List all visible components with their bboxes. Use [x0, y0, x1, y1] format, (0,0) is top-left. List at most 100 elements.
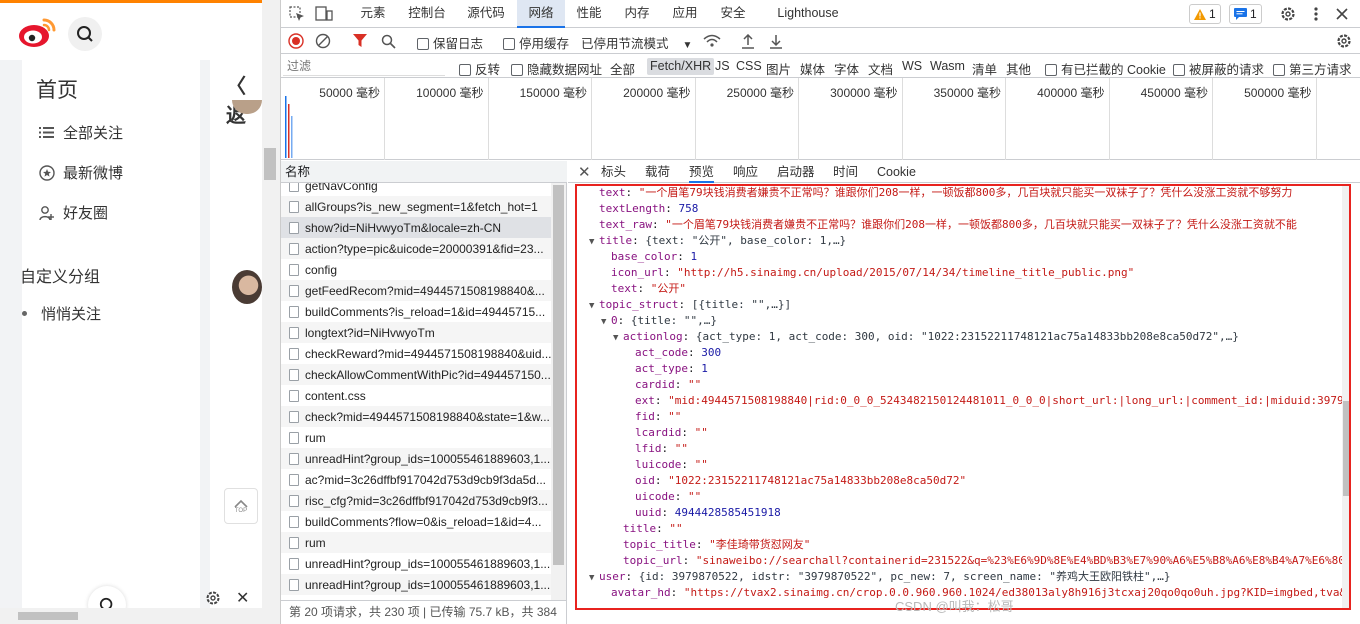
expand-triangle-icon[interactable]: ▼ — [601, 314, 611, 330]
request-row[interactable]: config — [281, 259, 551, 280]
request-row[interactable]: unreadHint?group_ids=100055461889603,1..… — [281, 574, 551, 595]
tab-application[interactable]: 应用 — [661, 0, 709, 28]
tab-cookies[interactable]: Cookie — [877, 161, 916, 183]
device-toolbar-icon[interactable] — [315, 6, 333, 22]
record-icon[interactable] — [287, 32, 305, 50]
request-row[interactable]: rum — [281, 532, 551, 553]
request-row[interactable]: unreadHint?group_ids=100055461889603,1..… — [281, 553, 551, 574]
messages-badge[interactable]: 1 — [1229, 4, 1262, 24]
scrollbar-thumb[interactable] — [553, 185, 564, 565]
export-har-icon[interactable] — [767, 32, 785, 50]
json-tree-node[interactable]: ▼ actionlog: {act_type: 1, act_code: 300,… — [613, 329, 1239, 345]
json-tree-node[interactable]: ▼ title: {text: "公开", base_color: 1,…} — [589, 233, 846, 249]
preserve-log-checkbox[interactable]: 保留日志 — [417, 33, 483, 52]
request-row[interactable]: checkReward?mid=4944571508198840&uid... — [281, 343, 551, 364]
filter-icon[interactable] — [351, 32, 369, 50]
request-row[interactable]: show?id=NiHvwyoTm&locale=zh-CN — [281, 217, 551, 238]
filter-type-img[interactable]: 图片 — [766, 59, 791, 78]
filter-type-font[interactable]: 字体 — [834, 59, 859, 78]
clear-icon[interactable] — [314, 32, 332, 50]
filter-type-fetch-xhr[interactable]: Fetch/XHR — [647, 58, 715, 75]
expand-triangle-icon[interactable]: ▼ — [589, 298, 599, 314]
close-icon[interactable]: ✕ — [236, 588, 249, 608]
timeline-overview[interactable]: 50000 毫秒 100000 毫秒 150000 毫秒 200000 毫秒 25000… — [281, 78, 1360, 160]
blocked-cookies-checkbox[interactable]: 有已拦截的 Cookie — [1045, 59, 1166, 78]
tab-sources[interactable]: 源代码 — [455, 0, 517, 28]
filter-type-all[interactable]: 全部 — [610, 59, 635, 78]
back-to-top-button[interactable]: TOP — [224, 488, 258, 524]
third-party-checkbox[interactable]: 第三方请求 — [1273, 59, 1352, 78]
element-picker-icon[interactable] — [289, 6, 305, 22]
nav-item-all-follow[interactable]: 全部关注 — [38, 122, 123, 143]
invert-checkbox[interactable]: 反转 — [459, 59, 500, 78]
filter-type-doc[interactable]: 文档 — [868, 59, 893, 78]
tab-performance[interactable]: 性能 — [565, 0, 613, 28]
tab-initiator[interactable]: 启动器 — [777, 161, 815, 183]
tab-response[interactable]: 响应 — [733, 161, 758, 183]
request-row[interactable]: ac?mid=3c26dffbf917042d753d9cb9f3da5d... — [281, 469, 551, 490]
request-row[interactable]: content.css — [281, 385, 551, 406]
request-row[interactable]: check?mid=4944571508198840&state=1&w... — [281, 406, 551, 427]
tab-lighthouse[interactable]: Lighthouse — [763, 0, 853, 28]
request-row[interactable]: getNavConfig — [281, 183, 551, 196]
filter-type-js[interactable]: JS — [715, 59, 730, 73]
throttling-select[interactable]: 已停用节流模式 ▼ — [581, 33, 692, 52]
json-tree-node[interactable]: ▼ topic_struct: [{title: "",…}] — [589, 297, 791, 313]
tab-payload[interactable]: 载荷 — [645, 161, 670, 183]
name-column-header[interactable]: 名称 — [281, 161, 567, 183]
tab-console[interactable]: 控制台 — [399, 0, 455, 28]
nav-home[interactable]: 首页 — [36, 74, 78, 104]
filter-type-other[interactable]: 其他 — [1006, 59, 1031, 78]
request-row[interactable]: longtext?id=NiHvwyoTm — [281, 322, 551, 343]
request-row[interactable]: unreadHint?group_ids=100055461889603,1..… — [281, 448, 551, 469]
tab-timing[interactable]: 时间 — [833, 161, 858, 183]
hide-data-urls-checkbox[interactable]: 隐藏数据网址 — [511, 59, 602, 78]
filter-type-media[interactable]: 媒体 — [800, 59, 825, 78]
request-row[interactable]: getFeedRecom?mid=4944571508198840&... — [281, 280, 551, 301]
group-item-secret-follow[interactable]: 悄悄关注 — [22, 303, 101, 324]
network-conditions-icon[interactable] — [703, 32, 721, 50]
json-tree-node[interactable]: ▼ user: {id: 3979870522, idstr: "39798705… — [589, 569, 1170, 585]
weibo-logo-icon[interactable] — [18, 15, 58, 49]
weibo-search-button[interactable] — [68, 17, 102, 51]
scrollbar-thumb[interactable] — [1343, 401, 1349, 496]
back-button[interactable]: 〈 返 — [226, 70, 262, 128]
horizontal-scrollbar[interactable] — [0, 608, 262, 624]
request-row[interactable]: risc_cfg?mid=3c26dffbf917042d753d9cb9f3.… — [281, 490, 551, 511]
request-row[interactable]: buildComments?flow=0&is_reload=1&id=4... — [281, 511, 551, 532]
avatar[interactable] — [232, 270, 262, 304]
filter-type-ws[interactable]: WS — [902, 59, 922, 73]
tab-headers[interactable]: 标头 — [601, 161, 626, 183]
disable-cache-checkbox[interactable]: 停用缓存 — [503, 33, 569, 52]
json-tree-node[interactable]: ▼ 0: {title: "",…} — [601, 313, 717, 329]
network-settings-icon[interactable] — [1335, 32, 1353, 50]
nav-item-friends[interactable]: 好友圈 — [38, 202, 108, 223]
warnings-badge[interactable]: 1 — [1189, 4, 1221, 24]
request-row[interactable]: checkAllowCommentWithPic?id=494457150... — [281, 364, 551, 385]
tab-network[interactable]: 网络 — [517, 0, 565, 28]
expand-triangle-icon[interactable]: ▼ — [613, 330, 623, 346]
filter-type-css[interactable]: CSS — [736, 59, 762, 73]
expand-triangle-icon[interactable]: ▼ — [589, 234, 599, 250]
request-row[interactable]: rum — [281, 427, 551, 448]
search-icon[interactable] — [379, 32, 397, 50]
request-row[interactable]: action?type=pic&uicode=20000391&fid=23..… — [281, 238, 551, 259]
tab-memory[interactable]: 内存 — [613, 0, 661, 28]
close-devtools-icon[interactable] — [1333, 5, 1351, 23]
nav-item-latest[interactable]: 最新微博 — [38, 162, 123, 183]
scrollbar-thumb[interactable] — [264, 148, 276, 180]
tab-elements[interactable]: 元素 — [347, 0, 399, 28]
preview-scrollbar[interactable] — [1342, 186, 1349, 608]
expand-triangle-icon[interactable]: ▼ — [589, 570, 599, 586]
more-options-icon[interactable] — [1307, 5, 1325, 23]
page-scrollbar[interactable] — [262, 0, 280, 624]
filter-type-manifest[interactable]: 清单 — [972, 59, 997, 78]
tab-preview[interactable]: 预览 — [689, 161, 715, 183]
filter-type-wasm[interactable]: Wasm — [930, 59, 965, 73]
request-list-scrollbar[interactable] — [551, 183, 566, 600]
request-row[interactable]: allGroups?is_new_segment=1&fetch_hot=1 — [281, 196, 551, 217]
import-har-icon[interactable] — [739, 32, 757, 50]
gear-icon[interactable] — [1279, 5, 1297, 23]
close-icon[interactable]: ✕ — [578, 163, 591, 181]
tab-security[interactable]: 安全 — [709, 0, 757, 28]
